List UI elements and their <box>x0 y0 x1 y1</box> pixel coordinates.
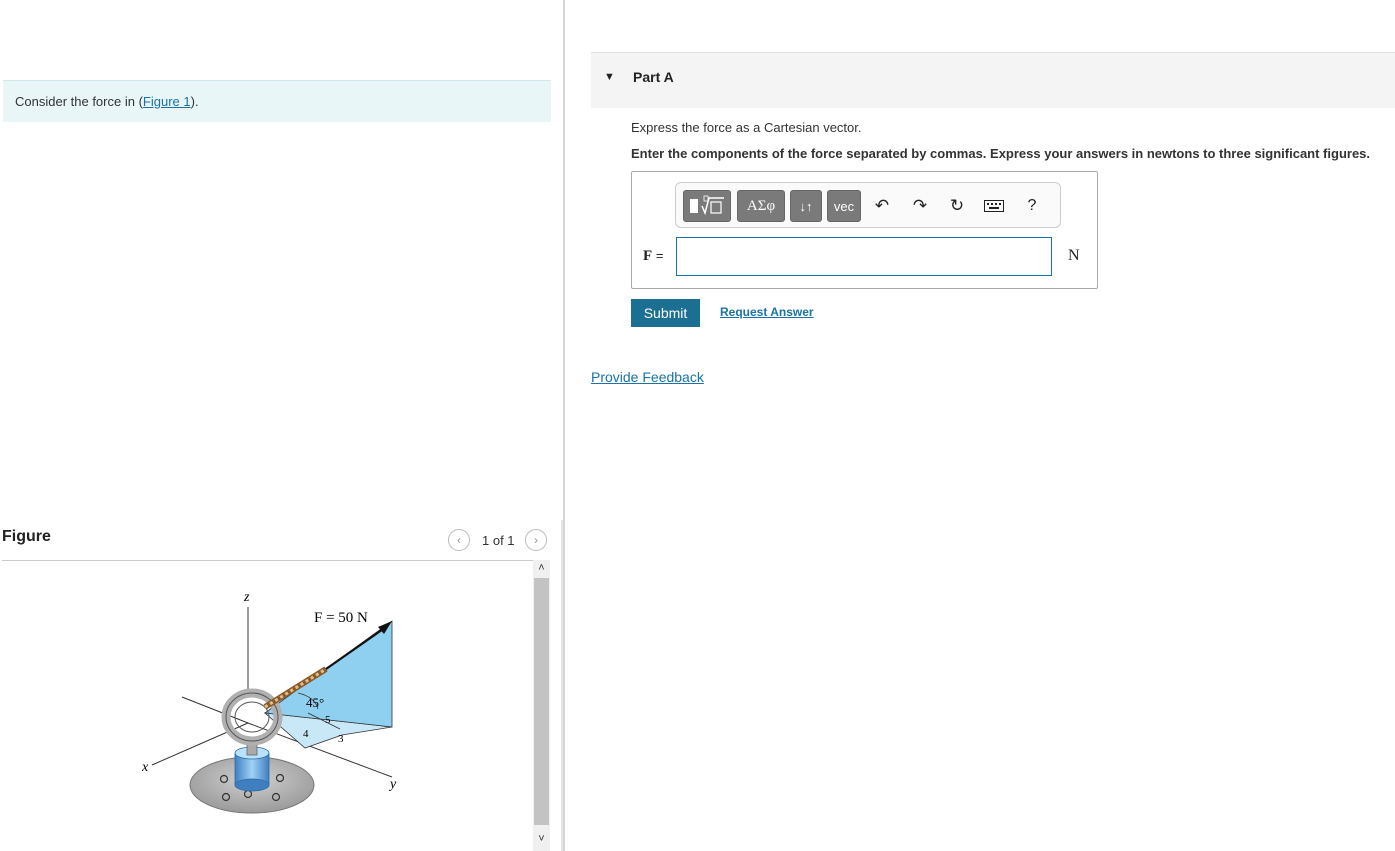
intro-suffix: ). <box>190 94 199 109</box>
question-instructions: Enter the components of the force separa… <box>631 146 1371 161</box>
z-label: z <box>243 590 250 605</box>
templates-icon <box>690 195 724 216</box>
intro-text: Consider the force in (Figure 1). <box>15 94 199 109</box>
vec-button[interactable]: vec <box>827 190 861 222</box>
figure-title: Figure <box>2 528 51 545</box>
figure-scrollbar-thumb[interactable] <box>534 578 549 825</box>
figure-illustration: z x y 4 3 5 45° F = 50 N <box>141 590 397 814</box>
help-button[interactable]: ? <box>1019 190 1045 222</box>
unit-label: N <box>1068 247 1080 264</box>
caret-down-icon[interactable]: ▼ <box>604 71 615 83</box>
next-figure-button[interactable]: › <box>525 529 547 551</box>
scroll-up-icon[interactable]: ˄ <box>533 560 550 577</box>
figure-link[interactable]: Figure 1 <box>143 94 191 109</box>
variable-symbol: F <box>643 248 653 264</box>
part-header[interactable]: ▼ Part A <box>591 52 1395 108</box>
keyboard-button[interactable] <box>981 190 1007 222</box>
reset-icon[interactable]: ↻ <box>944 190 970 222</box>
submit-button[interactable]: Submit <box>631 299 700 327</box>
panel-divider <box>563 0 565 851</box>
slope-label-a: 4 <box>303 728 309 740</box>
slope-label-b: 3 <box>338 733 344 745</box>
y-label: y <box>388 777 397 792</box>
slope-label-hyp: 5 <box>325 714 331 726</box>
answer-input[interactable] <box>676 237 1052 276</box>
scroll-down-icon[interactable]: ˅ <box>533 831 550 848</box>
provide-feedback-link[interactable]: Provide Feedback <box>591 369 704 385</box>
equals-sign: = <box>655 248 664 263</box>
part-title: Part A <box>633 69 674 85</box>
previous-figure-button[interactable]: ‹ <box>448 529 470 551</box>
force-label: F = 50 N <box>314 610 368 626</box>
question-prompt: Express the force as a Cartesian vector. <box>631 120 862 135</box>
chevron-right-icon: › <box>534 533 538 547</box>
intro-prefix: Consider the force in ( <box>15 94 143 109</box>
figure-divider <box>2 560 550 561</box>
request-answer-link[interactable]: Request Answer <box>720 305 814 319</box>
angle-label: 45° <box>306 695 324 710</box>
figure-pager: 1 of 1 <box>482 533 515 548</box>
greek-button[interactable]: ΑΣφ <box>737 190 785 222</box>
undo-icon[interactable]: ↶ <box>869 190 895 222</box>
redo-icon[interactable]: ↷ <box>907 190 933 222</box>
panel-divider-shadow <box>561 520 563 851</box>
x-label: x <box>141 760 149 775</box>
templates-button[interactable] <box>683 190 731 222</box>
variable-label: F = <box>643 248 664 265</box>
keyboard-icon <box>984 200 1004 212</box>
intro-banner: Consider the force in (Figure 1). <box>3 80 551 122</box>
chevron-left-icon: ‹ <box>457 533 461 547</box>
math-toolbar: ΑΣφ ↓↑ vec ↶ ↷ ↻ ? <box>675 182 1061 228</box>
arrows-button[interactable]: ↓↑ <box>790 190 822 222</box>
